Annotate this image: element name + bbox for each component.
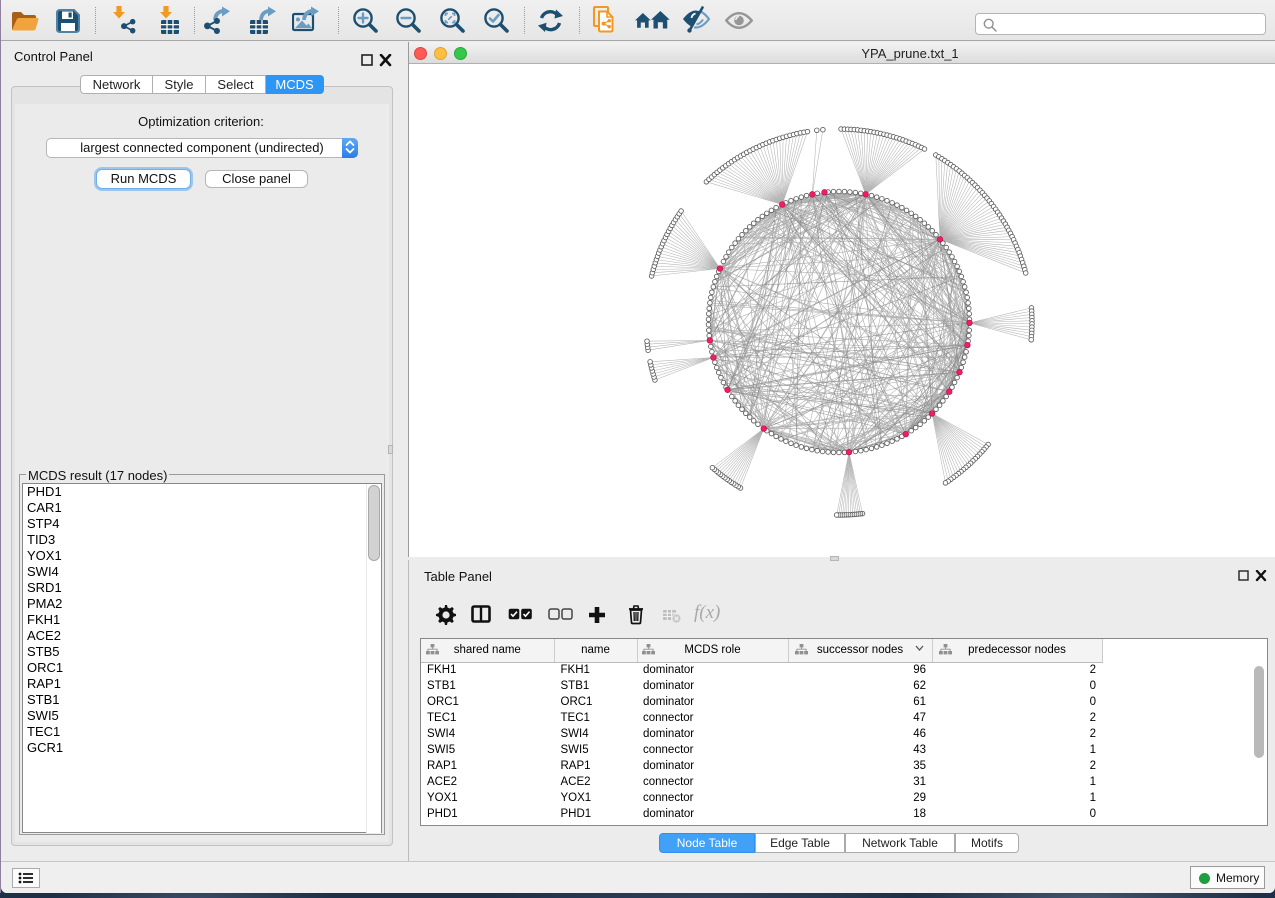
svg-text:f(x): f(x): [694, 602, 720, 623]
